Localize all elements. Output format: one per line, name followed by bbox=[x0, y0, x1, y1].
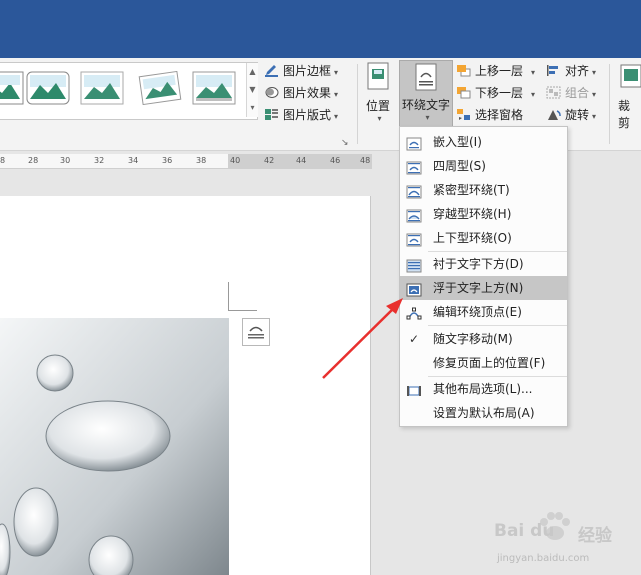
chevron-down-icon: ▾ bbox=[334, 68, 339, 77]
picture-style-thumb[interactable] bbox=[80, 71, 124, 105]
horizontal-ruler[interactable]: 8 28 30 32 34 36 38 40 42 44 46 48 bbox=[0, 154, 372, 169]
wrap-text-menu: 嵌入型(I) 四周型(S) 紧密型环绕(T) 穿越型环绕(H) 上下型环绕(O)… bbox=[399, 126, 568, 427]
send-backward-icon bbox=[456, 85, 471, 99]
send-backward-button[interactable]: 下移一层 ▾ bbox=[456, 83, 535, 103]
picture-style-thumb[interactable] bbox=[0, 71, 24, 105]
chevron-down-icon: ▾ bbox=[425, 113, 430, 122]
chevron-down-icon: ▾ bbox=[531, 90, 536, 99]
menu-item-inline[interactable]: 嵌入型(I) bbox=[400, 130, 567, 154]
group-separator bbox=[357, 64, 358, 144]
menu-item-set-default-layout[interactable]: 设置为默认布局(A) bbox=[400, 401, 567, 425]
picture-style-thumb[interactable] bbox=[192, 71, 236, 105]
pencil-icon bbox=[264, 63, 279, 77]
menu-item-top-bottom[interactable]: 上下型环绕(O) bbox=[400, 226, 567, 250]
chevron-down-icon: ▾ bbox=[592, 68, 597, 77]
picture-border-button[interactable]: 图片边框 ▾ bbox=[264, 61, 338, 81]
menu-item-fix-position[interactable]: 修复页面上的位置(F) bbox=[400, 351, 567, 375]
rotate-icon bbox=[546, 107, 561, 120]
layout-options-button[interactable] bbox=[242, 318, 270, 346]
picture-layout-icon bbox=[264, 107, 279, 120]
check-icon: ✓ bbox=[409, 332, 420, 346]
menu-item-through[interactable]: 穿越型环绕(H) bbox=[400, 202, 567, 226]
chevron-down-icon: ▾ bbox=[334, 112, 339, 121]
gallery-scroll[interactable]: ▲ ▼ ▾ bbox=[246, 63, 258, 117]
menu-separator bbox=[428, 325, 567, 326]
menu-item-move-with-text[interactable]: ✓ 随文字移动(M) bbox=[400, 327, 567, 351]
square-wrap-icon bbox=[406, 159, 422, 175]
watermark-url: jingyan.baidu.com bbox=[497, 553, 590, 564]
in-front-of-text-icon bbox=[406, 281, 422, 297]
tight-wrap-icon bbox=[406, 183, 422, 199]
dialog-launcher-icon[interactable]: ↘ bbox=[341, 138, 349, 148]
position-icon bbox=[361, 62, 395, 93]
picture-style-thumb[interactable] bbox=[26, 71, 70, 105]
rotate-button[interactable]: 旋转 ▾ bbox=[546, 105, 596, 125]
chevron-down-icon: ▾ bbox=[531, 68, 536, 77]
bring-forward-icon bbox=[456, 63, 471, 77]
menu-item-tight[interactable]: 紧密型环绕(T) bbox=[400, 178, 567, 202]
crop-button[interactable]: 裁剪 bbox=[618, 62, 641, 142]
gallery-more-icon[interactable]: ▾ bbox=[247, 99, 258, 117]
selection-pane-icon bbox=[456, 107, 471, 120]
title-bar bbox=[0, 0, 641, 58]
menu-item-square[interactable]: 四周型(S) bbox=[400, 154, 567, 178]
wrap-text-button[interactable]: 环绕文字 ▾ bbox=[399, 60, 453, 128]
watermark-brand: Bai du bbox=[494, 521, 555, 541]
group-icon bbox=[546, 85, 561, 99]
chevron-down-icon: ▾ bbox=[334, 90, 339, 99]
bring-forward-button[interactable]: 上移一层 ▾ bbox=[456, 61, 535, 81]
position-button[interactable]: 位置 ▾ bbox=[361, 62, 395, 142]
top-bottom-wrap-icon bbox=[406, 231, 422, 247]
selection-pane-button[interactable]: 选择窗格 bbox=[456, 105, 523, 125]
edit-wrap-points-icon bbox=[406, 305, 422, 320]
picture-layout-button[interactable]: 图片版式 ▾ bbox=[264, 105, 338, 125]
layout-options-icon bbox=[406, 382, 422, 396]
crop-icon bbox=[618, 62, 641, 93]
menu-item-behind-text[interactable]: 衬于文字下方(D) bbox=[400, 252, 567, 276]
layout-options-icon bbox=[248, 326, 264, 339]
menu-item-edit-wrap-points[interactable]: 编辑环绕顶点(E) bbox=[400, 300, 567, 324]
wrap-text-icon bbox=[400, 63, 452, 94]
chevron-down-icon: ▾ bbox=[377, 114, 382, 123]
watermark-product: 经验 bbox=[578, 526, 612, 546]
gallery-up-icon[interactable]: ▲ bbox=[247, 63, 258, 81]
picture-styles-gallery[interactable] bbox=[0, 62, 258, 120]
effects-icon bbox=[264, 85, 279, 98]
group-button[interactable]: 组合 ▾ bbox=[546, 83, 596, 103]
group-separator bbox=[609, 64, 610, 144]
water-drops-picture[interactable] bbox=[0, 318, 229, 575]
inline-wrap-icon bbox=[406, 135, 422, 151]
align-icon bbox=[546, 63, 561, 76]
chevron-down-icon: ▾ bbox=[592, 90, 597, 99]
picture-style-thumb[interactable] bbox=[138, 70, 182, 106]
page-corner-mark bbox=[228, 282, 257, 311]
menu-item-more-layout-options[interactable]: 其他布局选项(L)... bbox=[400, 377, 567, 401]
picture-effects-button[interactable]: 图片效果 ▾ bbox=[264, 83, 338, 103]
through-wrap-icon bbox=[406, 207, 422, 223]
menu-item-in-front-of-text[interactable]: 浮于文字上方(N) bbox=[400, 276, 567, 300]
behind-text-icon bbox=[406, 257, 422, 273]
gallery-down-icon[interactable]: ▼ bbox=[247, 81, 258, 99]
chevron-down-icon: ▾ bbox=[592, 112, 597, 121]
align-button[interactable]: 对齐 ▾ bbox=[546, 61, 596, 81]
